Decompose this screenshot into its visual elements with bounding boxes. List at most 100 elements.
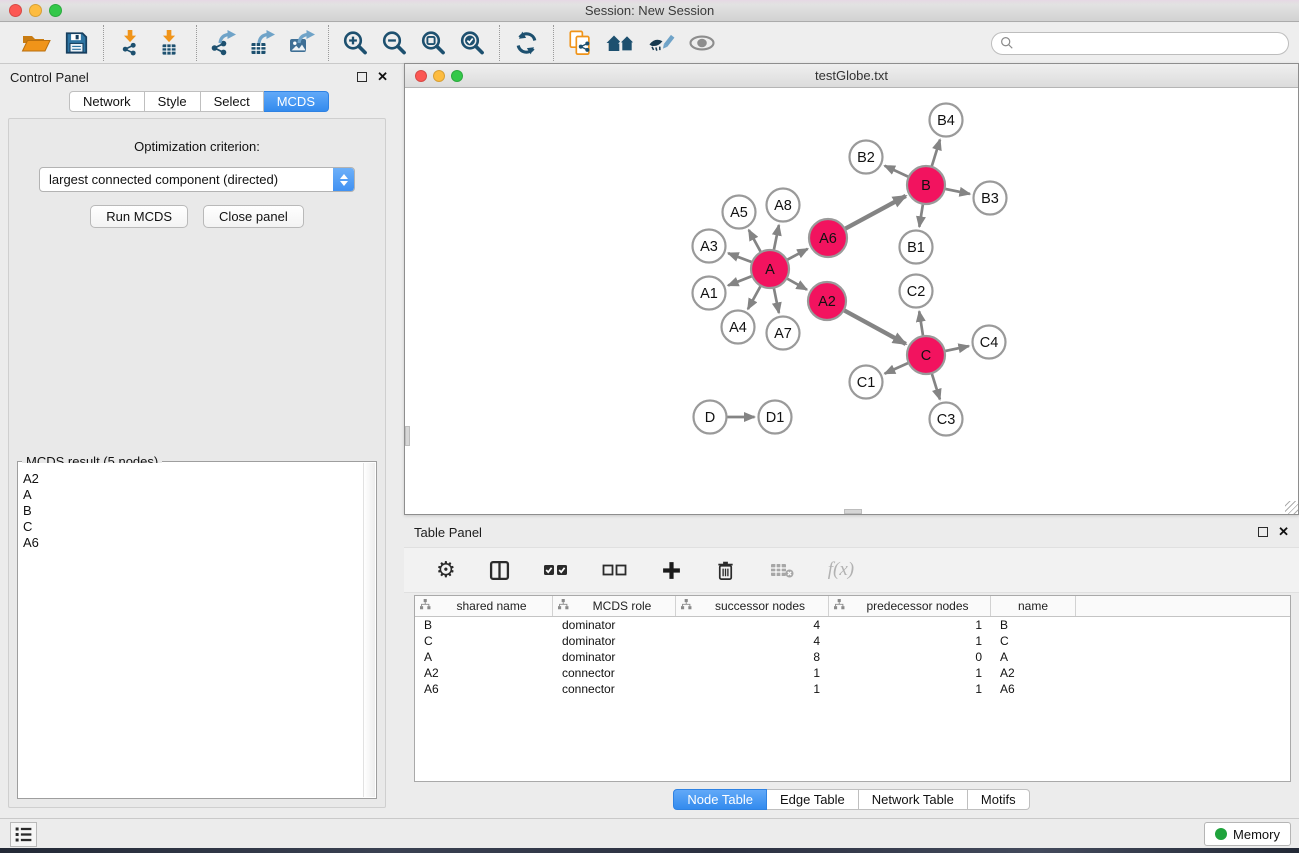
cell-shared-name: A2 xyxy=(415,666,553,680)
tab-motifs[interactable]: Motifs xyxy=(968,789,1030,810)
graph-node-C1[interactable]: C1 xyxy=(850,366,883,399)
network-close-button[interactable] xyxy=(415,70,427,82)
graph-node-A4[interactable]: A4 xyxy=(722,311,755,344)
table-panel: Table Panel ✕ ⚙f(x) shared nameMCDS role… xyxy=(404,519,1299,818)
zoom-selected-button[interactable] xyxy=(453,28,492,58)
graph-node-B3[interactable]: B3 xyxy=(974,182,1007,215)
import-network-button[interactable] xyxy=(111,28,150,58)
minimize-window-button[interactable] xyxy=(29,4,42,17)
cell-name: A6 xyxy=(991,682,1076,696)
result-item[interactable]: C xyxy=(19,519,363,535)
show-hide-panels-button[interactable] xyxy=(681,27,723,59)
import-table-button[interactable] xyxy=(150,28,189,58)
float-panel-icon[interactable] xyxy=(357,72,367,82)
cell-predecessor-nodes: 1 xyxy=(829,618,991,632)
table-row[interactable]: A6connector11A6 xyxy=(415,681,1290,697)
graph-node-B1[interactable]: B1 xyxy=(900,231,933,264)
criterion-dropdown[interactable]: largest connected component (directed) xyxy=(39,167,355,192)
graph-node-C4[interactable]: C4 xyxy=(973,326,1006,359)
tab-node-table[interactable]: Node Table xyxy=(673,789,767,810)
run-mcds-button[interactable]: Run MCDS xyxy=(90,205,188,228)
graph-node-A8[interactable]: A8 xyxy=(767,189,800,222)
result-item[interactable]: A2 xyxy=(19,471,363,487)
network-from-file-button[interactable] xyxy=(561,28,600,58)
zoom-out-button[interactable] xyxy=(375,28,414,58)
column-header-MCDS-role[interactable]: MCDS role xyxy=(553,596,676,616)
graph-node-A2[interactable]: A2 xyxy=(808,282,846,320)
tab-network-table[interactable]: Network Table xyxy=(859,789,968,810)
graph-node-C[interactable]: C xyxy=(907,336,945,374)
canvas-vscroll-thumb[interactable] xyxy=(405,426,410,446)
save-session-button[interactable] xyxy=(57,28,96,58)
graph-node-C2[interactable]: C2 xyxy=(900,275,933,308)
tab-select[interactable]: Select xyxy=(201,91,264,112)
canvas-hscroll-thumb[interactable] xyxy=(844,509,862,514)
toggle-graphics-details-button[interactable] xyxy=(642,28,681,58)
result-item[interactable]: A xyxy=(19,487,363,503)
home-button[interactable] xyxy=(600,27,642,59)
table-row[interactable]: Cdominator41C xyxy=(415,633,1290,649)
network-zoom-button[interactable] xyxy=(451,70,463,82)
search-input[interactable] xyxy=(1014,35,1280,51)
app-titlebar: Session: New Session xyxy=(0,0,1299,22)
table-close-panel-icon[interactable]: ✕ xyxy=(1278,527,1289,537)
window-resize-grip[interactable] xyxy=(1285,501,1298,514)
cell-MCDS-role: dominator xyxy=(553,634,676,648)
zoom-fit-icon xyxy=(420,30,447,56)
graph-node-A6[interactable]: A6 xyxy=(809,219,847,257)
table-row[interactable]: A2connector11A2 xyxy=(415,665,1290,681)
export-network-button[interactable] xyxy=(204,28,243,58)
graph-node-B4[interactable]: B4 xyxy=(930,104,963,137)
network-canvas[interactable]: B4 B2 B B3 A8 A5 A6 A3 B1 A C2 A1 A2 A4 … xyxy=(405,88,1298,514)
tab-edge-table[interactable]: Edge Table xyxy=(767,789,859,810)
table-row[interactable]: Bdominator41B xyxy=(415,617,1290,633)
table-row[interactable]: Adominator80A xyxy=(415,649,1290,665)
graph-node-C3[interactable]: C3 xyxy=(930,403,963,436)
refresh-button[interactable] xyxy=(507,28,546,58)
close-panel-button[interactable]: Close panel xyxy=(203,205,304,228)
graph-node-A5[interactable]: A5 xyxy=(723,196,756,229)
select-all-columns-button[interactable] xyxy=(537,560,575,580)
network-minimize-button[interactable] xyxy=(433,70,445,82)
search-box[interactable] xyxy=(991,32,1289,55)
settings-button[interactable]: ⚙ xyxy=(430,558,462,582)
graph-node-A[interactable]: A xyxy=(751,250,789,288)
graph-node-A7[interactable]: A7 xyxy=(767,317,800,350)
zoom-fit-button[interactable] xyxy=(414,28,453,58)
graph-node-D[interactable]: D xyxy=(694,401,727,434)
unselect-all-columns-button[interactable] xyxy=(596,560,634,580)
network-window-titlebar[interactable]: testGlobe.txt xyxy=(405,64,1298,88)
tab-network[interactable]: Network xyxy=(69,91,145,112)
column-header-successor-nodes[interactable]: successor nodes xyxy=(676,596,829,616)
import-table-icon xyxy=(156,30,183,56)
column-header-shared-name[interactable]: shared name xyxy=(415,596,553,616)
export-image-icon xyxy=(288,30,315,56)
graph-node-B2[interactable]: B2 xyxy=(850,141,883,174)
split-columns-button[interactable] xyxy=(483,558,516,583)
result-item[interactable]: A6 xyxy=(19,535,363,551)
result-item[interactable]: B xyxy=(19,503,363,519)
create-column-button[interactable] xyxy=(655,558,688,583)
tab-mcds[interactable]: MCDS xyxy=(264,91,329,112)
close-window-button[interactable] xyxy=(9,4,22,17)
result-scrollbar[interactable] xyxy=(363,463,375,797)
graph-node-A3[interactable]: A3 xyxy=(693,230,726,263)
graph-node-B[interactable]: B xyxy=(907,166,945,204)
export-image-button[interactable] xyxy=(282,28,321,58)
graph-node-A1[interactable]: A1 xyxy=(693,277,726,310)
column-header-predecessor-nodes[interactable]: predecessor nodes xyxy=(829,596,991,616)
graph-node-D1[interactable]: D1 xyxy=(759,401,792,434)
mcds-panel: Optimization criterion: largest connecte… xyxy=(8,118,386,808)
delete-columns-button[interactable] xyxy=(709,558,742,583)
zoom-in-button[interactable] xyxy=(336,28,375,58)
close-panel-icon[interactable]: ✕ xyxy=(377,72,388,82)
open-session-button[interactable] xyxy=(15,27,57,59)
cell-shared-name: A6 xyxy=(415,682,553,696)
column-header-name[interactable]: name xyxy=(991,596,1076,616)
export-table-button[interactable] xyxy=(243,28,282,58)
zoom-window-button[interactable] xyxy=(49,4,62,17)
table-float-panel-icon[interactable] xyxy=(1258,527,1268,537)
task-history-button[interactable] xyxy=(10,822,37,847)
memory-button[interactable]: Memory xyxy=(1204,822,1291,846)
tab-style[interactable]: Style xyxy=(145,91,201,112)
